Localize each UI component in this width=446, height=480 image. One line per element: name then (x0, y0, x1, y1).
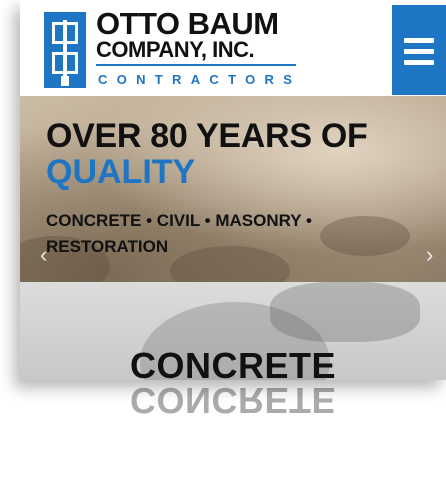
logo-tagline: CONTRACTORS (98, 72, 302, 87)
hero-slider: OVER 80 YEARS OF QUALITY CONCRETE • CIVI… (20, 96, 446, 282)
concrete-section: CONCRETE (20, 282, 446, 380)
logo-title[interactable]: OTTO BAUM (96, 8, 279, 40)
section-title-reflection: CONCRETE (129, 380, 336, 421)
hero-subtitle: CONCRETE • CIVIL • MASONRY • RESTORATION (46, 211, 312, 256)
logo-divider (96, 64, 296, 66)
screen-reflection: CONCRETE (20, 380, 446, 480)
menu-button[interactable] (392, 5, 446, 95)
hero-accent: QUALITY (46, 153, 196, 191)
hero-title: OVER 80 YEARS OF (46, 117, 368, 155)
logo-mark-icon[interactable] (44, 12, 86, 88)
logo-subtitle[interactable]: COMPANY, INC. (96, 38, 255, 62)
hamburger-menu-icon (404, 38, 434, 43)
chevron-left-icon[interactable]: ‹ (40, 244, 47, 266)
chevron-right-icon[interactable]: › (426, 244, 433, 266)
section-title: CONCRETE (129, 345, 336, 381)
mobile-screen: OTTO BAUM COMPANY, INC. CONTRACTORS OVER… (20, 0, 446, 380)
site-header: OTTO BAUM COMPANY, INC. CONTRACTORS (20, 0, 446, 96)
